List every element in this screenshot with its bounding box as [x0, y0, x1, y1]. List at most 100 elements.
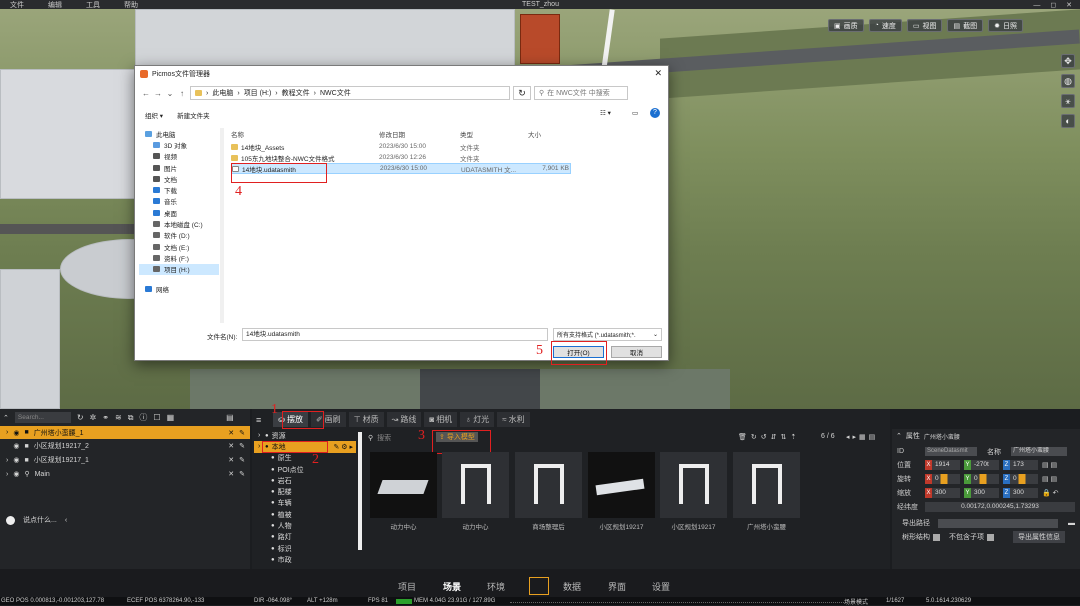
breadcrumb-item[interactable]: 此电脑 — [212, 88, 233, 98]
col-name[interactable]: 名称 — [231, 129, 379, 139]
outliner-row[interactable]: › ◉ ⚲ Main ✕ ✎ — [0, 467, 250, 481]
view-options-icon[interactable]: ☷ ▾ — [600, 109, 611, 117]
settings-icon[interactable]: ✲ — [90, 413, 97, 422]
cancel-button[interactable]: 取消 — [611, 346, 662, 358]
copy-icon[interactable]: ⧉ — [128, 413, 134, 423]
forward-icon[interactable]: → — [152, 89, 164, 98]
outliner-row[interactable]: ›◉■ 小区规划19217_2 ✕✎ — [0, 439, 250, 453]
asset-thumb-1[interactable] — [370, 452, 437, 518]
scale-z[interactable]: Z 300 — [1003, 488, 1038, 498]
move-icon[interactable]: ✥ — [1061, 54, 1075, 68]
col-size[interactable]: 大小 — [528, 129, 541, 139]
new-folder-button[interactable]: 新建文件夹 — [177, 110, 210, 120]
scale-x[interactable]: X 300 — [925, 488, 960, 498]
nav-item[interactable]: 3D 对象 — [139, 139, 219, 150]
outliner-row[interactable]: › ◉ ■ 小区规划19217_1 ✕ ✎ — [0, 453, 250, 467]
preview-pane-icon[interactable]: ▭ — [632, 109, 638, 117]
organize-button[interactable]: 组织 ▾ — [145, 110, 163, 120]
collapse-icon[interactable]: ⌃ — [896, 432, 902, 440]
menu-edit[interactable]: 编辑 — [48, 0, 62, 10]
eye-icon[interactable]: ◉ — [13, 442, 19, 450]
geo-field[interactable]: 0.00172,0.000245,1.73293 — [925, 502, 1075, 512]
close-icon[interactable]: ✕ — [228, 442, 234, 450]
edit-icon[interactable]: ✎ — [239, 442, 245, 450]
nav-scene[interactable]: 场景 — [443, 580, 487, 593]
menu-icon[interactable]: ≡ — [256, 415, 261, 425]
breadcrumb-item[interactable]: 教程文件 — [282, 88, 310, 98]
tab-water[interactable]: ≈ 水利 — [497, 412, 530, 427]
pos-x[interactable]: X 1914 — [925, 460, 960, 470]
close-icon[interactable]: ✕ — [228, 456, 234, 464]
file-row[interactable]: 14地块_Assets 2023/6/30 15:00 文件夹 — [231, 141, 571, 152]
nav-item[interactable]: 音乐 — [139, 196, 219, 207]
nav-item[interactable]: 项目 (H:) — [139, 263, 219, 275]
breadcrumb[interactable]: › 此电脑 › 项目 (H:) › 教程文件 › NWC文件 — [190, 86, 510, 100]
col-type[interactable]: 类型 — [460, 129, 528, 139]
asset-tool-icons[interactable]: 🗑↻↺⇵⇅⇡ — [738, 433, 800, 441]
grid-icon[interactable]: ▦ — [167, 413, 175, 422]
edit-icon[interactable]: ✎ — [239, 456, 245, 464]
child-checkbox[interactable] — [987, 533, 994, 541]
asset-search[interactable]: 搜索 — [377, 433, 391, 443]
close-icon[interactable]: ✕ — [654, 68, 662, 79]
tab-route[interactable]: ↝ 路线 — [386, 412, 422, 427]
library-tree-item[interactable]: ● 人物 — [254, 520, 358, 531]
folder-icon[interactable]: ▬ — [1068, 520, 1075, 527]
asset-thumb-4[interactable] — [588, 452, 655, 518]
library-tree-item[interactable]: › ● 资源 — [254, 430, 358, 441]
close-icon[interactable]: ✕ — [228, 429, 234, 437]
nav-scrollbar[interactable] — [220, 128, 224, 323]
menu-file[interactable]: 文件 — [10, 0, 24, 10]
eye-icon[interactable]: ◉ — [13, 429, 19, 437]
menu-tools[interactable]: 工具 — [86, 0, 100, 10]
link-icon[interactable]: ⚭ — [102, 413, 109, 422]
nav-settings[interactable]: 设置 — [652, 580, 670, 593]
nav-data[interactable]: 数据 — [563, 580, 608, 593]
save-icon[interactable]: ▤ ▤ — [1042, 461, 1057, 469]
save-icon[interactable]: ▤ ▤ — [1042, 475, 1057, 483]
timeline-track[interactable] — [510, 599, 844, 603]
logo-icon[interactable] — [529, 577, 549, 595]
library-tree-item[interactable]: ● 市政 — [254, 554, 358, 565]
nav-item[interactable]: 图片 — [139, 162, 219, 173]
nav-environment[interactable]: 环境 — [487, 580, 529, 593]
scale-y[interactable]: Y 300 — [964, 488, 999, 498]
speed-button[interactable]: ◔ 速度 — [868, 19, 902, 32]
library-tree-item[interactable]: ● POI点位 — [254, 464, 358, 475]
back-icon[interactable]: ← — [140, 89, 152, 98]
library-tree-item[interactable]: ● 岩石 — [254, 475, 358, 486]
window-controls[interactable]: — ◻ ✕ — [1033, 1, 1076, 9]
outliner-row[interactable]: › ◉ ■ 广州塔小蛮腰_1 ✕ ✎ — [0, 426, 250, 439]
nav-project[interactable]: 项目 — [398, 580, 443, 593]
asset-thumb-3[interactable] — [515, 452, 582, 518]
folder-tools-icon[interactable]: ✎ ⚙ ▸ — [333, 443, 353, 451]
nav-item[interactable]: 文档 — [139, 173, 219, 184]
search-box[interactable]: ⚲ 在 NWC文件 中搜索 — [534, 86, 628, 100]
filename-input[interactable]: 14地块.udatasmith — [242, 328, 548, 341]
screenshot-button[interactable]: ▤ 截图 — [947, 19, 984, 32]
list-icon[interactable]: ▤ — [226, 413, 234, 422]
nav-item[interactable]: 资料 (F:) — [139, 252, 219, 263]
file-row[interactable]: 105东九地块整合-NWC文件格式 2023/6/30 12:26 文件夹 — [231, 152, 571, 163]
box-icon[interactable]: ☐ — [153, 413, 160, 422]
library-tree-item[interactable]: ● 路灯 — [254, 532, 358, 543]
asset-thumb-2[interactable] — [442, 452, 509, 518]
edit-icon[interactable]: ✎ — [239, 470, 245, 478]
layers-icon[interactable]: ≋ — [115, 413, 122, 422]
walk-icon[interactable]: ⚹ — [1061, 94, 1075, 108]
library-tree-item[interactable]: ● 原生 — [254, 453, 358, 464]
info-icon[interactable]: ⓘ — [139, 412, 147, 423]
quality-button[interactable]: ▣ 画质 — [828, 19, 864, 32]
eye-icon[interactable]: ◉ — [13, 470, 19, 478]
tab-camera[interactable]: ◙ 相机 — [424, 412, 458, 427]
export-path-field[interactable] — [938, 518, 1058, 528]
name-field[interactable]: 广州塔小蛮腰 — [1011, 447, 1067, 456]
nav-item[interactable]: 网络 — [139, 283, 219, 294]
nav-item[interactable]: 下载 — [139, 184, 219, 195]
rot-z[interactable]: Z0 — [1003, 474, 1038, 484]
nav-interface[interactable]: 界面 — [608, 580, 652, 593]
col-date[interactable]: 修改日期 — [379, 129, 460, 139]
tab-material[interactable]: ⊤ 材质 — [348, 412, 384, 427]
chevron-left-icon[interactable]: ‹ — [65, 517, 67, 524]
breadcrumb-item[interactable]: 项目 (H:) — [244, 88, 272, 98]
